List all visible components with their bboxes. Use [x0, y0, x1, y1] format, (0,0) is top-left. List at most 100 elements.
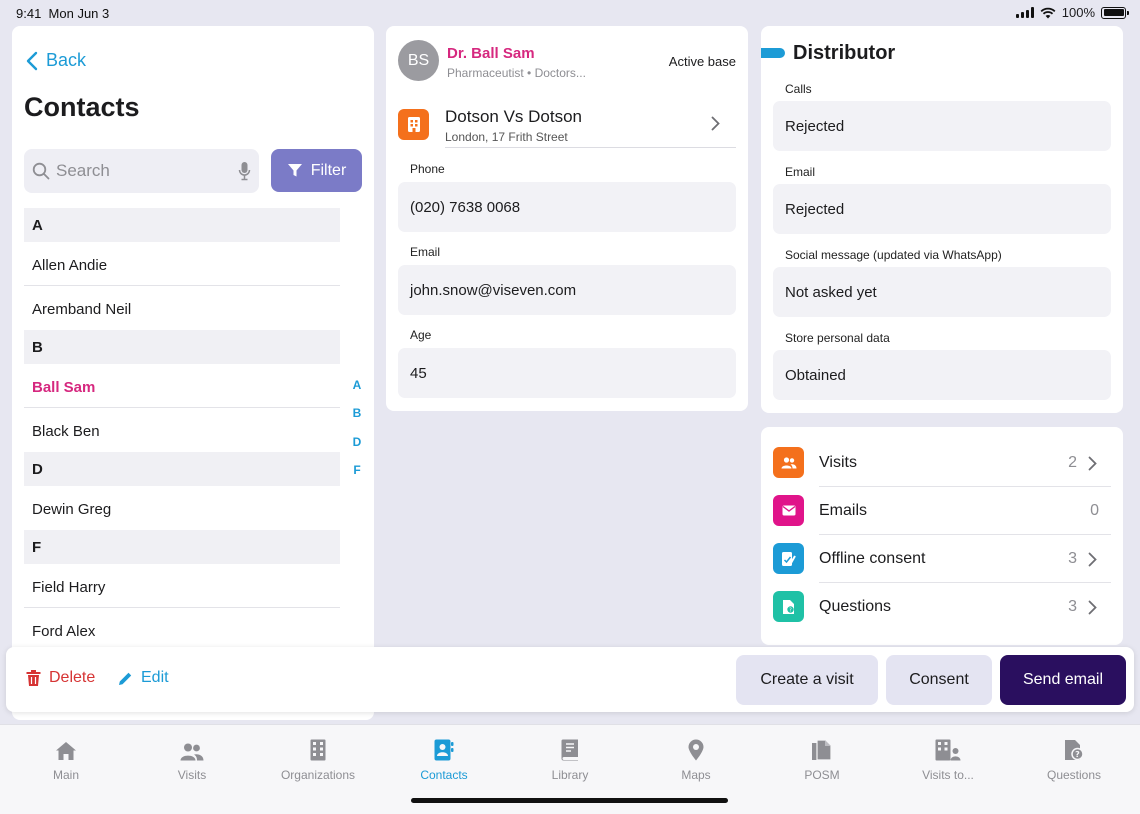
chevron-right-icon [1088, 600, 1097, 615]
mail-icon [773, 495, 804, 526]
age-label: Age [410, 328, 432, 342]
organization-name[interactable]: Dotson Vs Dotson [445, 107, 582, 127]
book-icon [561, 739, 578, 761]
tab-posm[interactable]: POSM [767, 735, 877, 782]
contact-row-selected[interactable]: Ball Sam [24, 364, 340, 408]
microphone-icon[interactable] [238, 161, 251, 181]
filter-icon [287, 164, 302, 177]
section-header-a: A [24, 208, 340, 242]
profile-name: Dr. Ball Sam [447, 45, 535, 62]
section-accent [761, 48, 785, 58]
contact-row[interactable]: Black Ben [24, 408, 340, 452]
home-icon [56, 742, 76, 760]
back-button[interactable]: Back [26, 50, 86, 71]
question-document-icon: ? [1065, 740, 1084, 761]
home-indicator[interactable] [411, 798, 728, 803]
index-letter-a[interactable]: A [350, 378, 364, 406]
signal-icon [1015, 7, 1034, 18]
email-consent-field[interactable]: Rejected [773, 184, 1111, 234]
index-letter-b[interactable]: B [350, 406, 364, 434]
email-consent-label: Email [785, 165, 816, 179]
stat-label: Emails [819, 502, 868, 519]
map-pin-icon [688, 739, 704, 761]
stat-row-emails[interactable]: Emails 0 [773, 487, 1111, 535]
status-time: 9:41 Mon Jun 3 [16, 6, 110, 21]
phone-field[interactable]: (020) 7638 0068 [398, 182, 736, 232]
distributor-panel: Distributor Calls Rejected Email Rejecte… [761, 26, 1123, 413]
social-message-label: Social message (updated via WhatsApp) [785, 248, 1002, 262]
section-header-b: B [24, 330, 340, 364]
search-input[interactable]: Search [24, 149, 259, 193]
distributor-title: Distributor [793, 42, 896, 64]
email-field[interactable]: john.snow@viseven.com [398, 265, 736, 315]
contacts-icon [434, 739, 454, 761]
svg-text:?: ? [789, 607, 792, 613]
organization-icon [398, 109, 429, 140]
trash-icon [26, 669, 41, 686]
status-bar: 9:41 Mon Jun 3 100% [0, 0, 1140, 26]
tab-library[interactable]: Library [515, 735, 625, 782]
age-field[interactable]: 45 [398, 348, 736, 398]
building-person-icon [935, 739, 961, 761]
delete-label: Delete [49, 669, 96, 686]
stat-label: Offline consent [819, 550, 926, 567]
tab-label: Visits [177, 768, 207, 782]
battery-icon [1101, 6, 1129, 19]
edit-label: Edit [141, 669, 169, 686]
delete-button[interactable]: Delete [26, 669, 95, 687]
consent-button[interactable]: Consent [886, 655, 992, 705]
contacts-panel: Back Contacts Search Filter A Allen Andi… [12, 26, 374, 720]
search-placeholder: Search [56, 161, 110, 180]
index-letter-d[interactable]: D [350, 435, 364, 463]
chevron-left-icon [26, 51, 38, 70]
question-icon: ? [773, 591, 804, 622]
filter-button[interactable]: Filter [271, 149, 362, 192]
calls-label: Calls [785, 82, 812, 96]
tab-contacts[interactable]: Contacts [389, 735, 499, 782]
social-message-field[interactable]: Not asked yet [773, 267, 1111, 317]
send-email-button[interactable]: Send email [1000, 655, 1126, 705]
action-bar: Delete Edit Create a visit Consent Send … [6, 647, 1134, 712]
stat-count: 3 [1068, 598, 1077, 615]
page-title: Contacts [24, 92, 140, 122]
tab-organizations[interactable]: Organizations [263, 735, 373, 782]
tab-label: Library [551, 768, 589, 782]
stat-row-visits[interactable]: Visits 2 [773, 439, 1111, 487]
status-indicators: 100% [1015, 5, 1129, 20]
tab-label: Main [52, 768, 79, 782]
chevron-right-icon[interactable] [711, 116, 720, 131]
tab-questions[interactable]: ? Questions [1019, 735, 1129, 782]
edit-button[interactable]: Edit [118, 669, 169, 687]
create-visit-button[interactable]: Create a visit [736, 655, 878, 705]
tab-main[interactable]: Main [11, 735, 121, 782]
index-letter-f[interactable]: F [350, 463, 364, 491]
documents-icon [812, 739, 832, 761]
stat-row-offline-consent[interactable]: Offline consent 3 [773, 535, 1111, 583]
contact-row[interactable]: Dewin Greg [24, 486, 340, 530]
back-label: Back [46, 50, 87, 70]
stat-row-questions[interactable]: ? Questions 3 [773, 583, 1111, 631]
avatar: BS [398, 40, 439, 81]
search-icon [32, 162, 50, 180]
calls-field[interactable]: Rejected [773, 101, 1111, 151]
store-data-field[interactable]: Obtained [773, 350, 1111, 400]
activity-panel: Visits 2 Emails 0 Offline consent 3 ? Qu… [761, 427, 1123, 645]
tab-label: Contacts [420, 768, 468, 782]
chevron-right-icon [1088, 456, 1097, 471]
divider [445, 147, 736, 148]
organization-address: London, 17 Frith Street [445, 130, 568, 144]
contact-row[interactable]: Field Harry [24, 564, 340, 608]
building-icon [310, 739, 326, 761]
tab-maps[interactable]: Maps [641, 735, 751, 782]
stat-count: 2 [1068, 454, 1077, 471]
tab-visits-to[interactable]: Visits to... [893, 735, 1003, 782]
people-icon [773, 447, 804, 478]
battery-percent: 100% [1061, 5, 1095, 20]
contact-row[interactable]: Aremband Neil [24, 286, 340, 330]
tab-visits[interactable]: Visits [137, 735, 247, 782]
contact-row[interactable]: Ford Alex [24, 608, 340, 652]
phone-label: Phone [410, 162, 445, 176]
contact-row[interactable]: Allen Andie [24, 242, 340, 286]
stat-count: 3 [1068, 550, 1077, 567]
pencil-icon [119, 672, 132, 685]
